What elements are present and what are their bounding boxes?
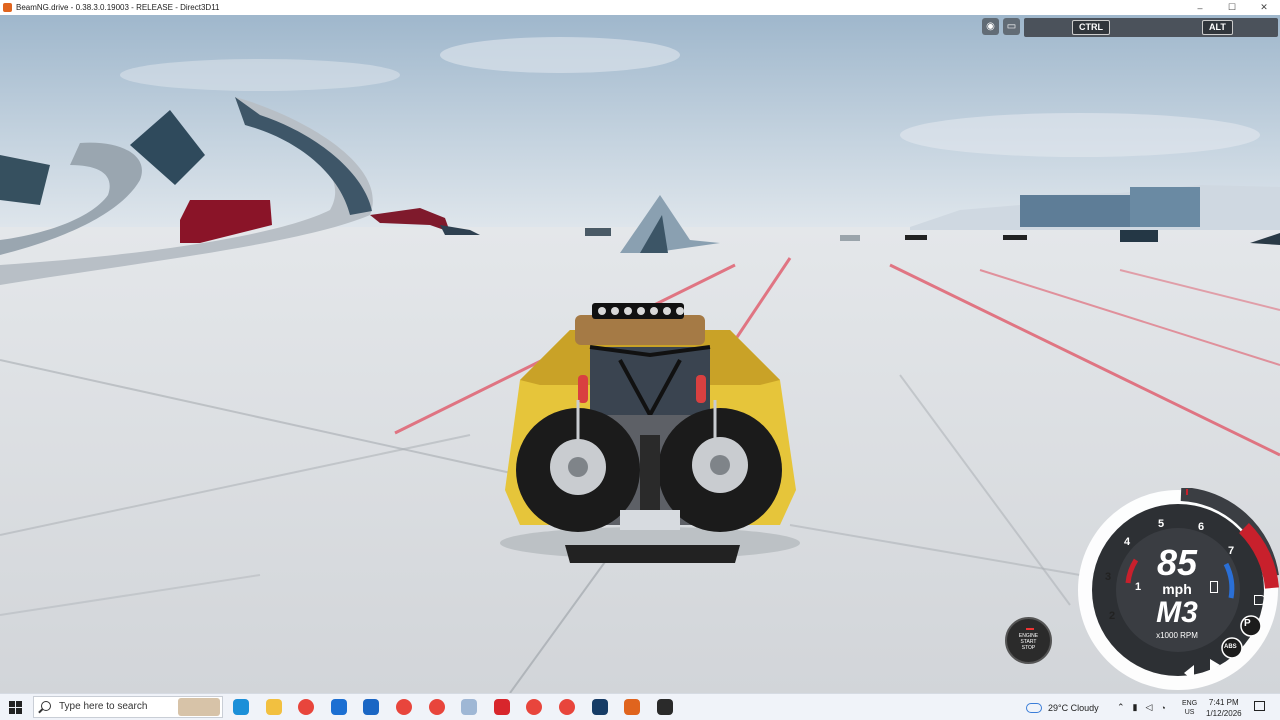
camera-view-icon[interactable]: ◉	[982, 18, 999, 35]
cloud	[120, 59, 400, 91]
start-stop-label-3: STOP	[1021, 645, 1036, 651]
weather-text: 29°C Cloudy	[1048, 702, 1099, 713]
window-title: BeamNG.drive - 0.38.3.0.19003 - RELEASE …	[16, 3, 220, 12]
search-icon	[41, 701, 51, 711]
chrome-icon[interactable]	[298, 699, 314, 715]
ctrl-key-indicator: CTRL	[1072, 20, 1110, 35]
system-tray-icons: ⌃ ▮ ◁ ◔	[1117, 694, 1166, 720]
rpm-tick-7: 7	[1228, 545, 1235, 557]
distant-block	[1120, 230, 1158, 242]
maximize-button[interactable]: ☐	[1216, 0, 1248, 15]
outlook-icon[interactable]	[363, 699, 379, 715]
beamng-icon[interactable]	[624, 699, 640, 715]
chrome-icon[interactable]	[396, 699, 412, 715]
rpm-tick-1: 1	[1135, 581, 1142, 593]
windows-taskbar: Type here to search 29°C Cloudy ⌃ ▮ ◁ ◔ …	[0, 693, 1280, 720]
distant-cone	[1003, 235, 1027, 240]
chevron-up-icon[interactable]: ⌃	[1117, 702, 1125, 713]
language-indicator[interactable]: ENG US	[1182, 694, 1197, 720]
network-icon[interactable]: ◔	[1160, 703, 1165, 713]
search-highlight-icon	[178, 698, 220, 716]
minimize-button[interactable]: –	[1184, 0, 1216, 15]
notepad-icon[interactable]	[461, 699, 477, 715]
engine-start-stop-button[interactable]: ENGINE START STOP	[1005, 617, 1052, 664]
chrome-icon[interactable]	[429, 699, 445, 715]
rpm-tick-5: 5	[1158, 518, 1165, 530]
rpm-tick-2: 2	[1109, 610, 1116, 622]
rpm-tick-6: 6	[1198, 521, 1205, 533]
clock-time: 7:41 PM	[1208, 697, 1239, 707]
distant-rock	[585, 228, 611, 236]
modifier-keys-bar: CTRL ALT	[1024, 18, 1278, 37]
vehicle-dashboard: 1 2 3 4 5 6 7 85 mph M3 x1000 RPM P ABS	[1076, 487, 1280, 692]
edge-icon[interactable]	[233, 699, 249, 715]
speed-readout: 85	[1156, 542, 1198, 583]
alt-key-indicator: ALT	[1202, 20, 1233, 35]
file-explorer-icon[interactable]	[266, 699, 282, 715]
notification-icon[interactable]	[1254, 701, 1265, 711]
clock[interactable]: 7:41 PM 1/12/2026	[1206, 694, 1242, 720]
search-placeholder: Type here to search	[59, 701, 148, 712]
vehicle-icon[interactable]: ▭	[1003, 18, 1020, 35]
rpm-tick-4: 4	[1124, 536, 1131, 548]
gear-indicator: M3	[1156, 596, 1198, 629]
screen: BeamNG.drive - 0.38.3.0.19003 - RELEASE …	[0, 0, 1280, 720]
beamng-logo-icon	[3, 3, 12, 12]
wps-office-icon[interactable]	[494, 699, 510, 715]
cloud	[900, 113, 1260, 157]
distant-building	[1020, 195, 1130, 227]
cloud	[440, 37, 680, 73]
window-titlebar: BeamNG.drive - 0.38.3.0.19003 - RELEASE …	[0, 0, 1280, 15]
abs-icon: ABS	[1224, 644, 1237, 650]
hud-top-icons: ◉ ▭	[982, 18, 1020, 35]
rpm-unit-label: x1000 RPM	[1156, 631, 1198, 640]
steam-icon[interactable]	[592, 699, 608, 715]
weather-widget[interactable]: 29°C Cloudy	[1026, 694, 1099, 720]
chrome-icon[interactable]	[559, 699, 575, 715]
app-icon[interactable]	[657, 699, 673, 715]
engine-led	[1026, 628, 1034, 630]
windows-start-icon[interactable]	[9, 701, 22, 714]
parking-brake-icon: P	[1244, 618, 1251, 629]
language-top: ENG	[1182, 699, 1198, 707]
microphone-icon[interactable]: ▮	[1133, 702, 1138, 713]
rpm-tick-3: 3	[1105, 571, 1112, 583]
distant-rock	[840, 235, 860, 241]
distant-building	[1130, 187, 1200, 227]
language-bottom: US	[1184, 708, 1195, 716]
cloud-icon	[1026, 702, 1042, 713]
chrome-icon[interactable]	[526, 699, 542, 715]
fuel-icon	[1210, 581, 1218, 593]
microsoft-store-icon[interactable]	[331, 699, 347, 715]
close-button[interactable]: ✕	[1248, 0, 1280, 15]
headlight-icon	[1254, 595, 1266, 605]
speed-unit: mph	[1162, 581, 1192, 597]
clock-date: 1/12/2026	[1206, 708, 1242, 718]
volume-icon[interactable]: ◁	[1146, 702, 1153, 713]
window-controls: – ☐ ✕	[1184, 0, 1280, 15]
distant-cone	[905, 235, 927, 240]
